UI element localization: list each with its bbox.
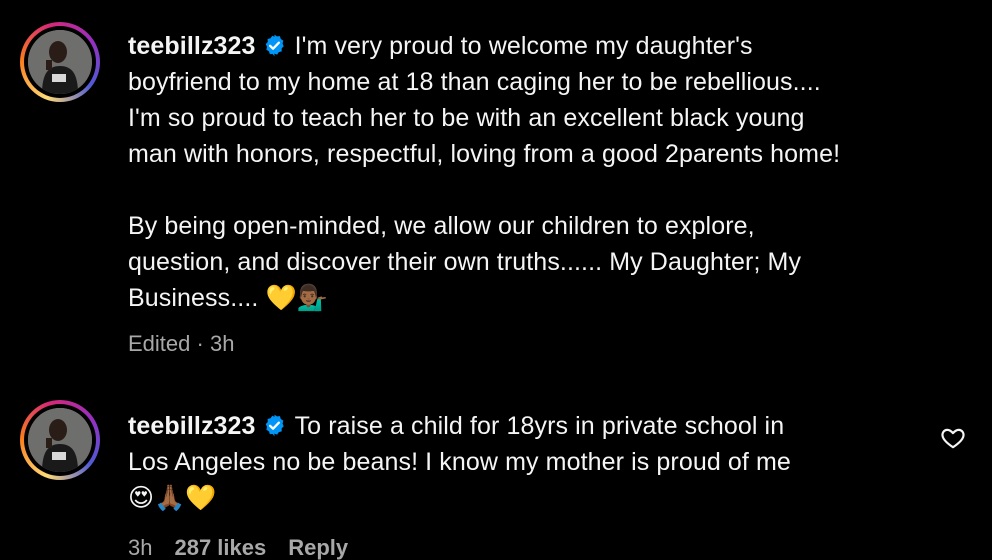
comment-text: I'm very proud to welcome my daughter's …	[128, 32, 841, 312]
comment-meta: Edited · 3h	[128, 330, 234, 358]
comment-body: teebillz323 I'm very proud to welcome my …	[128, 28, 968, 316]
avatar-photo	[28, 30, 92, 94]
username[interactable]: teebillz323	[128, 412, 256, 440]
avatar-story-ring[interactable]	[20, 400, 100, 480]
avatar-story-ring[interactable]	[20, 22, 100, 102]
verified-badge-icon	[262, 413, 287, 438]
like-heart-icon[interactable]	[940, 425, 966, 451]
likes-count[interactable]: 287 likes	[174, 535, 266, 560]
comment-meta: 3h 287 likes Reply	[128, 534, 348, 560]
comment-emoji: 💛💁🏾‍♂️	[265, 283, 328, 312]
verified-badge-icon	[262, 33, 287, 58]
comment-body: teebillz323 To raise a child for 18yrs in…	[128, 408, 918, 516]
reply-button[interactable]: Reply	[288, 535, 348, 560]
avatar-photo	[28, 408, 92, 472]
comment-emoji: 😍🙏🏾💛	[128, 483, 217, 512]
timestamp[interactable]: 3h	[210, 331, 234, 356]
avatar[interactable]	[28, 408, 92, 472]
meta-separator: ·	[196, 331, 204, 356]
username[interactable]: teebillz323	[128, 32, 256, 60]
avatar[interactable]	[28, 30, 92, 94]
edited-label: Edited	[128, 331, 191, 356]
timestamp[interactable]: 3h	[128, 535, 152, 560]
